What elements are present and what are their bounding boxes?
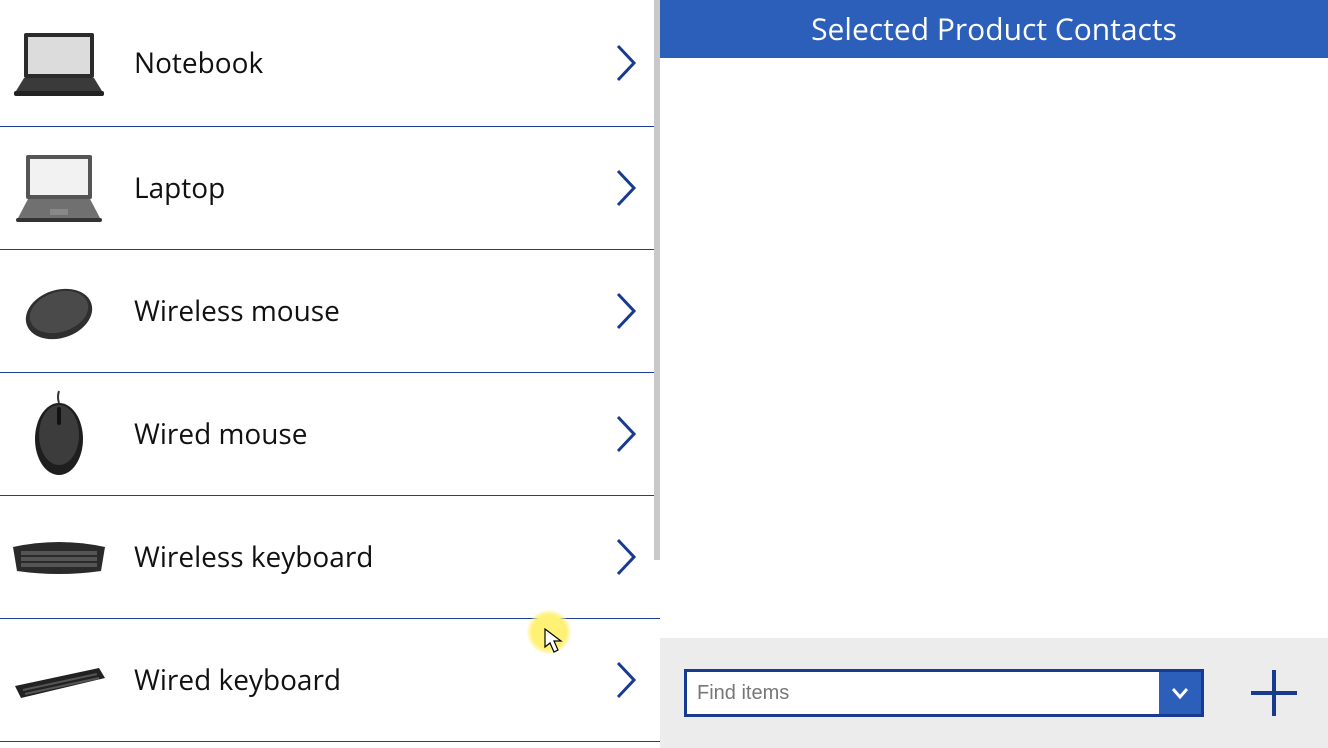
chevron-right-icon[interactable] (606, 43, 646, 83)
app-root: Notebook Laptop (0, 0, 1328, 748)
mouse-icon (4, 261, 114, 361)
product-label: Wireless keyboard (114, 538, 606, 576)
chevron-right-icon[interactable] (606, 291, 646, 331)
contacts-footer (660, 638, 1328, 748)
product-label: Notebook (114, 44, 606, 82)
list-overflow-spacer (0, 742, 660, 748)
product-label: Wired keyboard (114, 661, 606, 699)
chevron-right-icon[interactable] (606, 168, 646, 208)
contacts-body-empty (660, 58, 1328, 638)
plus-icon (1247, 666, 1301, 720)
product-row-notebook[interactable]: Notebook (0, 0, 660, 127)
keyboard-angle-icon (4, 630, 114, 730)
wired-mouse-icon (4, 384, 114, 484)
product-row-wireless-mouse[interactable]: Wireless mouse (0, 250, 660, 373)
contacts-panel: Selected Product Contacts (660, 0, 1328, 748)
find-items-input[interactable] (687, 672, 1159, 714)
combo-dropdown-button[interactable] (1159, 672, 1201, 714)
chevron-down-icon (1169, 682, 1191, 704)
notebook-icon (4, 13, 114, 113)
product-row-wired-mouse[interactable]: Wired mouse (0, 373, 660, 496)
laptop-icon (4, 138, 114, 238)
chevron-right-icon[interactable] (606, 537, 646, 577)
contacts-header: Selected Product Contacts (660, 0, 1328, 58)
product-row-wired-keyboard[interactable]: Wired keyboard (0, 619, 660, 742)
find-items-combo[interactable] (684, 669, 1204, 717)
chevron-right-icon[interactable] (606, 414, 646, 454)
chevron-right-icon[interactable] (606, 660, 646, 700)
add-button[interactable] (1244, 663, 1304, 723)
keyboard-icon (4, 507, 114, 607)
product-label: Laptop (114, 169, 606, 207)
product-row-wireless-keyboard[interactable]: Wireless keyboard (0, 496, 660, 619)
product-list-panel[interactable]: Notebook Laptop (0, 0, 660, 748)
product-label: Wireless mouse (114, 292, 606, 330)
product-label: Wired mouse (114, 415, 606, 453)
product-row-laptop[interactable]: Laptop (0, 127, 660, 250)
